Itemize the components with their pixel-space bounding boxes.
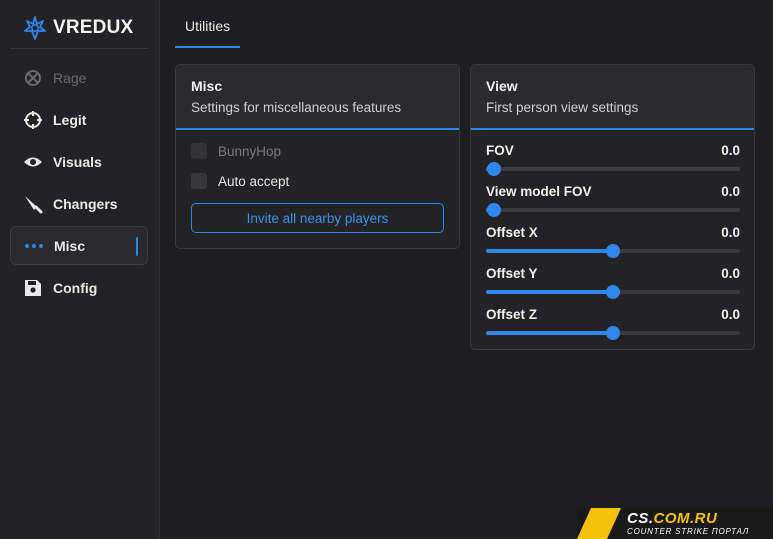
view-model-fov-slider: View model FOV 0.0 bbox=[486, 184, 740, 217]
save-icon bbox=[22, 277, 44, 299]
offset-y-track[interactable] bbox=[486, 285, 740, 299]
watermark-logo-icon bbox=[577, 508, 621, 539]
offset-x-thumb[interactable] bbox=[606, 244, 620, 258]
more-dots-icon bbox=[23, 235, 45, 257]
view-panel-header: View First person view settings bbox=[471, 65, 754, 130]
crosshair-x-icon bbox=[22, 67, 44, 89]
sidebar-item-label: Config bbox=[53, 279, 98, 296]
sidebar-item-label: Misc bbox=[54, 237, 86, 254]
offset-x-track[interactable] bbox=[486, 244, 740, 258]
view-panel-subtitle: First person view settings bbox=[486, 100, 639, 115]
offset-x-value: 0.0 bbox=[721, 225, 740, 240]
bunnyhop-label: BunnyHop bbox=[218, 143, 282, 159]
offset-z-fill bbox=[486, 331, 613, 335]
sidebar-item-visuals[interactable]: Visuals bbox=[10, 142, 148, 181]
fov-track[interactable] bbox=[486, 162, 740, 176]
offset-y-thumb[interactable] bbox=[606, 285, 620, 299]
crosshair-icon bbox=[22, 109, 44, 131]
tab-utilities[interactable]: Utilities bbox=[175, 10, 240, 48]
sidebar-item-config[interactable]: Config bbox=[10, 268, 148, 307]
brand-name: VREDUX bbox=[53, 17, 134, 38]
sidebar-item-label: Rage bbox=[53, 69, 87, 86]
invite-nearby-button[interactable]: Invite all nearby players bbox=[191, 203, 444, 233]
knife-icon bbox=[22, 193, 44, 215]
auto-accept-option[interactable]: Auto accept bbox=[191, 173, 289, 189]
offset-y-slider: Offset Y 0.0 bbox=[486, 266, 740, 299]
misc-panel-subtitle: Settings for miscellaneous features bbox=[191, 100, 402, 115]
offset-z-slider: Offset Z 0.0 bbox=[486, 307, 740, 340]
bunnyhop-checkbox[interactable] bbox=[191, 143, 207, 159]
sidebar-item-rage[interactable]: Rage bbox=[10, 58, 148, 97]
offset-z-thumb[interactable] bbox=[606, 326, 620, 340]
fov-thumb[interactable] bbox=[486, 162, 501, 176]
sidebar-item-legit[interactable]: Legit bbox=[10, 100, 148, 139]
offset-x-fill bbox=[486, 249, 613, 253]
auto-accept-label: Auto accept bbox=[218, 173, 290, 189]
misc-panel-header: Misc Settings for miscellaneous features bbox=[176, 65, 459, 130]
offset-x-slider: Offset X 0.0 bbox=[486, 225, 740, 258]
view-model-fov-track[interactable] bbox=[486, 203, 740, 217]
vredux-logo-icon bbox=[24, 16, 46, 40]
misc-panel: Misc Settings for miscellaneous features… bbox=[175, 64, 460, 249]
tab-bar: Utilities bbox=[175, 10, 240, 48]
view-model-fov-value: 0.0 bbox=[721, 184, 740, 199]
view-model-fov-thumb[interactable] bbox=[486, 203, 501, 217]
fov-slider: FOV 0.0 bbox=[486, 143, 740, 176]
watermark-tagline: COUNTER STRIKE ПОРТАЛ bbox=[627, 527, 750, 536]
offset-z-value: 0.0 bbox=[721, 307, 740, 322]
offset-y-fill bbox=[486, 290, 613, 294]
offset-z-track[interactable] bbox=[486, 326, 740, 340]
fov-label: FOV bbox=[486, 143, 514, 158]
sidebar-item-label: Visuals bbox=[53, 153, 102, 170]
offset-y-value: 0.0 bbox=[721, 266, 740, 281]
sidebar-item-label: Changers bbox=[53, 195, 118, 212]
offset-z-label: Offset Z bbox=[486, 307, 538, 322]
watermark-site: CS.COM.RU bbox=[627, 510, 718, 527]
misc-panel-title: Misc bbox=[191, 78, 223, 94]
sidebar-item-changers[interactable]: Changers bbox=[10, 184, 148, 223]
bunnyhop-option[interactable]: BunnyHop bbox=[191, 143, 281, 159]
cs-com-ru-watermark: CS.COM.RU COUNTER STRIKE ПОРТАЛ bbox=[577, 508, 773, 539]
brand: VREDUX bbox=[10, 8, 149, 49]
offset-x-label: Offset X bbox=[486, 225, 538, 240]
view-panel-title: View bbox=[486, 78, 518, 94]
sidebar: VREDUX Rage Legit Visuals Changers Misc bbox=[0, 0, 160, 539]
active-indicator bbox=[136, 237, 138, 256]
eye-icon bbox=[22, 151, 44, 173]
sidebar-item-misc[interactable]: Misc bbox=[10, 226, 148, 265]
fov-value: 0.0 bbox=[721, 143, 740, 158]
offset-y-label: Offset Y bbox=[486, 266, 538, 281]
view-model-fov-label: View model FOV bbox=[486, 184, 592, 199]
auto-accept-checkbox[interactable] bbox=[191, 173, 207, 189]
view-panel: View First person view settings FOV 0.0 V… bbox=[470, 64, 755, 350]
sidebar-item-label: Legit bbox=[53, 111, 87, 128]
